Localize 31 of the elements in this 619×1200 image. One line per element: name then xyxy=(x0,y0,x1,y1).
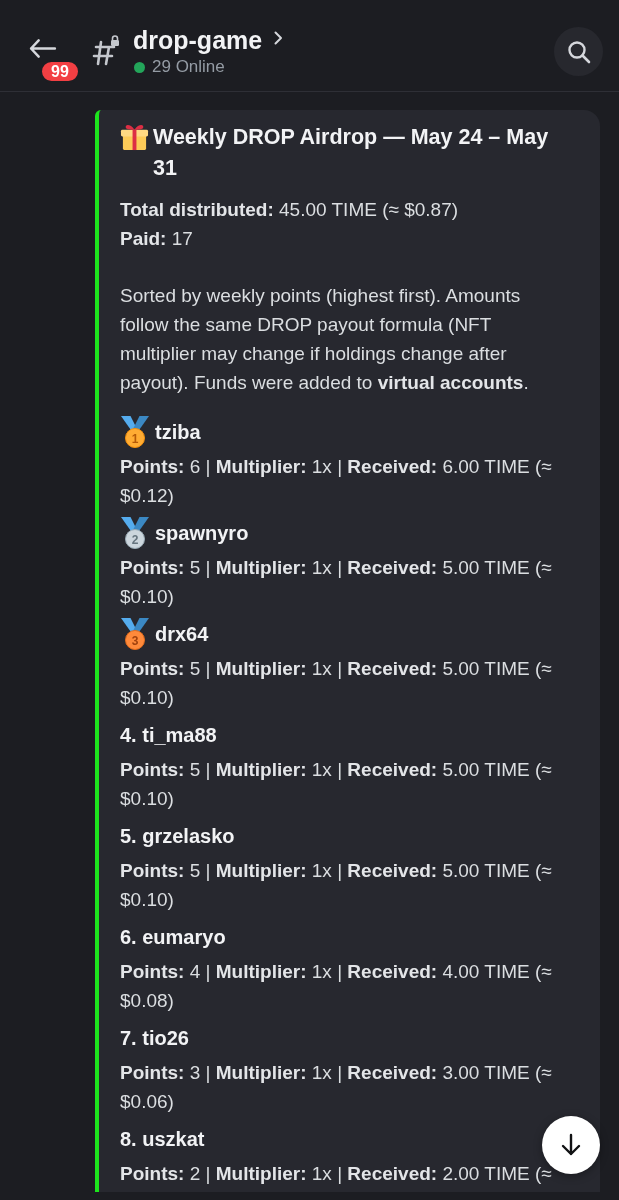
search-button[interactable] xyxy=(554,27,603,76)
member-name: spawnyro xyxy=(155,521,249,546)
member-name: 4. ti_ma88 xyxy=(120,723,217,748)
entry-stats: Points: 4 | Multiplier: 1x | Received: 4.00 TIME (≈ $0.08) xyxy=(120,960,553,1013)
entry-stats: Points: 5 | Multiplier: 1x | Received: 5.00 TIME (≈ $0.10) xyxy=(120,657,553,710)
channel-title-button[interactable]: drop-game xyxy=(133,25,284,55)
arrow-left-icon xyxy=(28,38,57,59)
online-count: 29 Online xyxy=(152,56,225,78)
embed-description: Sorted by weekly points (highest first). Amounts follow the same DROP payout formula (NFT multiplier may change if holdings change after payout). Funds were added to virtual accounts. xyxy=(120,284,530,395)
entry-stats: Points: 6 | Multiplier: 1x | Received: 6.00 TIME (≈ $0.12) xyxy=(120,455,553,508)
summary-line: Total distributed: 45.00 TIME (≈ $0.87) xyxy=(120,198,460,222)
member-name: 7. tio26 xyxy=(120,1026,189,1051)
member-name: drx64 xyxy=(155,622,209,647)
member-name: 5. grzelasko xyxy=(120,824,235,849)
entry-stats: Points: 5 | Multiplier: 1x | Received: 5.00 TIME (≈ $0.10) xyxy=(120,859,553,912)
member-name: tziba xyxy=(155,420,201,445)
back-button[interactable] xyxy=(28,38,57,59)
search-icon xyxy=(566,39,591,64)
member-name: 6. eumaryo xyxy=(120,925,226,950)
member-name: 8. uszkat xyxy=(120,1127,205,1152)
arrow-down-icon xyxy=(559,1133,583,1157)
unread-badge: 99 xyxy=(40,60,80,83)
summary-line: Paid: 17 xyxy=(120,227,194,251)
embed-title: Weekly DROP Airdrop — May 24 – May 31 xyxy=(153,124,550,182)
entry-stats: Points: 2 | Multiplier: 1x | Received: 2.00 TIME (≈ xyxy=(120,1162,553,1186)
chevron-right-icon xyxy=(274,31,284,45)
entry-stats: Points: 3 | Multiplier: 1x | Received: 3.00 TIME (≈ $0.06) xyxy=(120,1061,553,1114)
entry-stats: Points: 5 | Multiplier: 1x | Received: 5.00 TIME (≈ $0.10) xyxy=(120,758,553,811)
gift-icon xyxy=(120,122,149,151)
entry-stats: Points: 5 | Multiplier: 1x | Received: 5.00 TIME (≈ $0.10) xyxy=(120,556,553,609)
online-dot-icon xyxy=(134,61,145,73)
